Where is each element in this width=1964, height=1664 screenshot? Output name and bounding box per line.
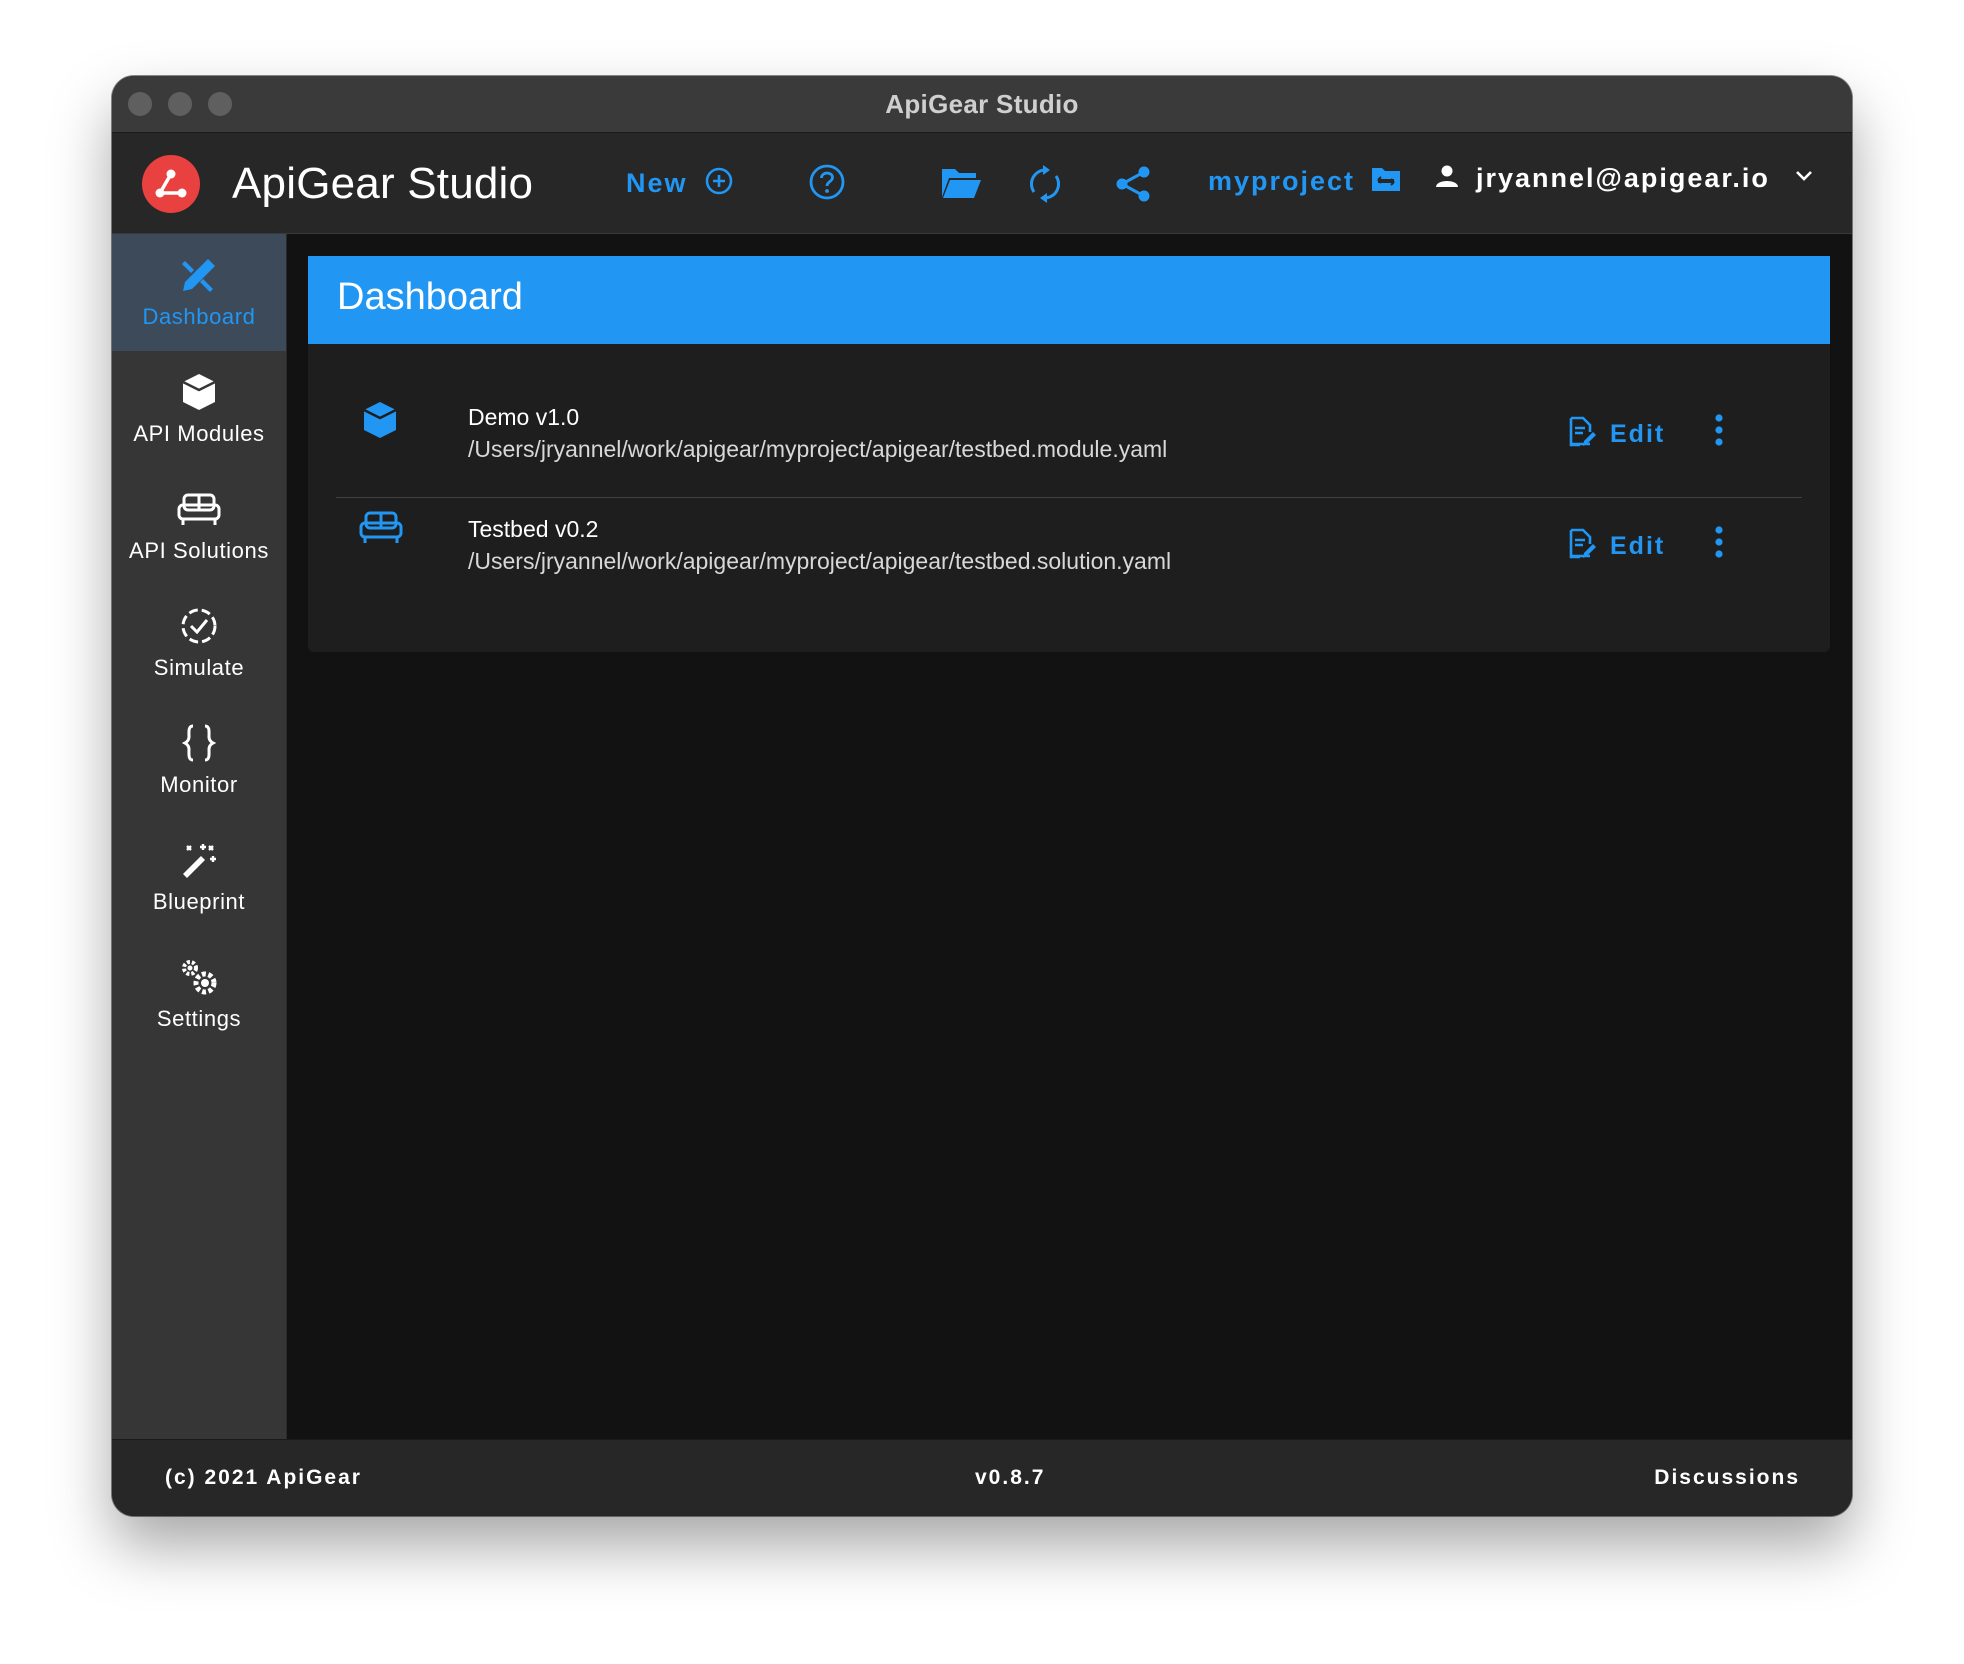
folder-swap-icon (1371, 166, 1401, 197)
new-button[interactable]: New (626, 166, 734, 201)
sidebar-item-dashboard[interactable]: Dashboard (112, 234, 286, 351)
minimize-window-button[interactable] (168, 92, 192, 116)
app-window: ApiGear Studio ApiGear Studio New myproj… (112, 76, 1852, 1516)
project-selector[interactable]: myproject (1208, 166, 1401, 197)
sidebar-item-label: Dashboard (142, 304, 256, 329)
list-item[interactable]: Demo v1.0 /Users/jryannel/work/apigear/m… (336, 384, 1802, 494)
user-email: jryannel@apigear.io (1476, 163, 1770, 193)
sidebar-item-monitor[interactable]: Monitor (112, 702, 286, 819)
zoom-window-button[interactable] (208, 92, 232, 116)
list-item[interactable]: Testbed v0.2 /Users/jryannel/work/apigea… (336, 496, 1802, 606)
sidebar-item-label: Settings (156, 1006, 242, 1031)
sidebar-item-label: API Modules (133, 421, 265, 446)
cube-icon (362, 400, 398, 445)
edit-label: Edit (1610, 532, 1666, 560)
cogs-icon (178, 956, 220, 998)
sidebar-item-label: Simulate (153, 655, 245, 680)
copyright-text: (c) 2021 ApiGear (165, 1466, 362, 1489)
file-edit-icon (1568, 528, 1596, 565)
new-label: New (626, 168, 688, 198)
share-icon[interactable] (1114, 165, 1152, 203)
sidebar-item-api-solutions[interactable]: API Solutions (112, 468, 286, 585)
project-name: myproject (1208, 166, 1356, 196)
sync-icon[interactable] (1027, 165, 1063, 203)
cube-icon (180, 371, 218, 413)
chevron-down-icon (1794, 169, 1814, 188)
edit-button[interactable]: Edit (1568, 528, 1665, 565)
app-name: ApiGear Studio (232, 159, 534, 208)
file-edit-icon (1568, 416, 1596, 453)
magic-wand-icon (179, 839, 219, 881)
pencil-ruler-icon (179, 254, 219, 296)
app-toolbar: ApiGear Studio New myproject jryannel@ap… (112, 133, 1852, 234)
page-title: Dashboard (337, 276, 523, 318)
account-icon (1434, 163, 1460, 194)
window-titlebar: ApiGear Studio (112, 76, 1852, 133)
close-window-button[interactable] (128, 92, 152, 116)
item-title: Testbed v0.2 (468, 516, 599, 542)
dashboard-list-card: Demo v1.0 /Users/jryannel/work/apigear/m… (308, 344, 1830, 652)
apigear-logo-icon[interactable] (142, 155, 200, 213)
more-vert-icon[interactable] (1714, 524, 1724, 565)
dashboard-header: Dashboard (308, 256, 1830, 344)
version-text: v0.8.7 (975, 1466, 1046, 1489)
sidebar-item-label: Monitor (160, 772, 238, 797)
app-footer: (c) 2021 ApiGear v0.8.7 Discussions (112, 1439, 1852, 1516)
item-path: /Users/jryannel/work/apigear/myproject/a… (468, 436, 1168, 462)
help-circle-icon[interactable] (808, 163, 846, 201)
window-title: ApiGear Studio (885, 88, 1079, 119)
sidebar-item-simulate[interactable]: Simulate (112, 585, 286, 702)
discussions-link[interactable]: Discussions (1654, 1466, 1800, 1490)
sidebar-item-label: Blueprint (152, 889, 246, 914)
edit-button[interactable]: Edit (1568, 416, 1665, 453)
more-vert-icon[interactable] (1714, 412, 1724, 453)
sidebar-item-label: API Solutions (129, 538, 269, 563)
plus-circle-icon (704, 166, 734, 201)
window-controls (128, 92, 232, 116)
user-menu[interactable]: jryannel@apigear.io (1434, 163, 1814, 194)
sidebar-item-api-modules[interactable]: API Modules (112, 351, 286, 468)
sofa-icon (358, 510, 404, 549)
sidebar-nav: Dashboard API Modules API Solutions Simu… (112, 234, 287, 1439)
edit-label: Edit (1610, 420, 1666, 448)
check-circle-dashed-icon (179, 605, 219, 647)
code-braces-icon (182, 722, 216, 764)
item-title: Demo v1.0 (468, 404, 580, 430)
sofa-icon (176, 488, 222, 530)
item-path: /Users/jryannel/work/apigear/myproject/a… (468, 548, 1172, 574)
folder-open-icon[interactable] (940, 165, 982, 201)
sidebar-item-blueprint[interactable]: Blueprint (112, 819, 286, 936)
sidebar-item-settings[interactable]: Settings (112, 936, 286, 1053)
